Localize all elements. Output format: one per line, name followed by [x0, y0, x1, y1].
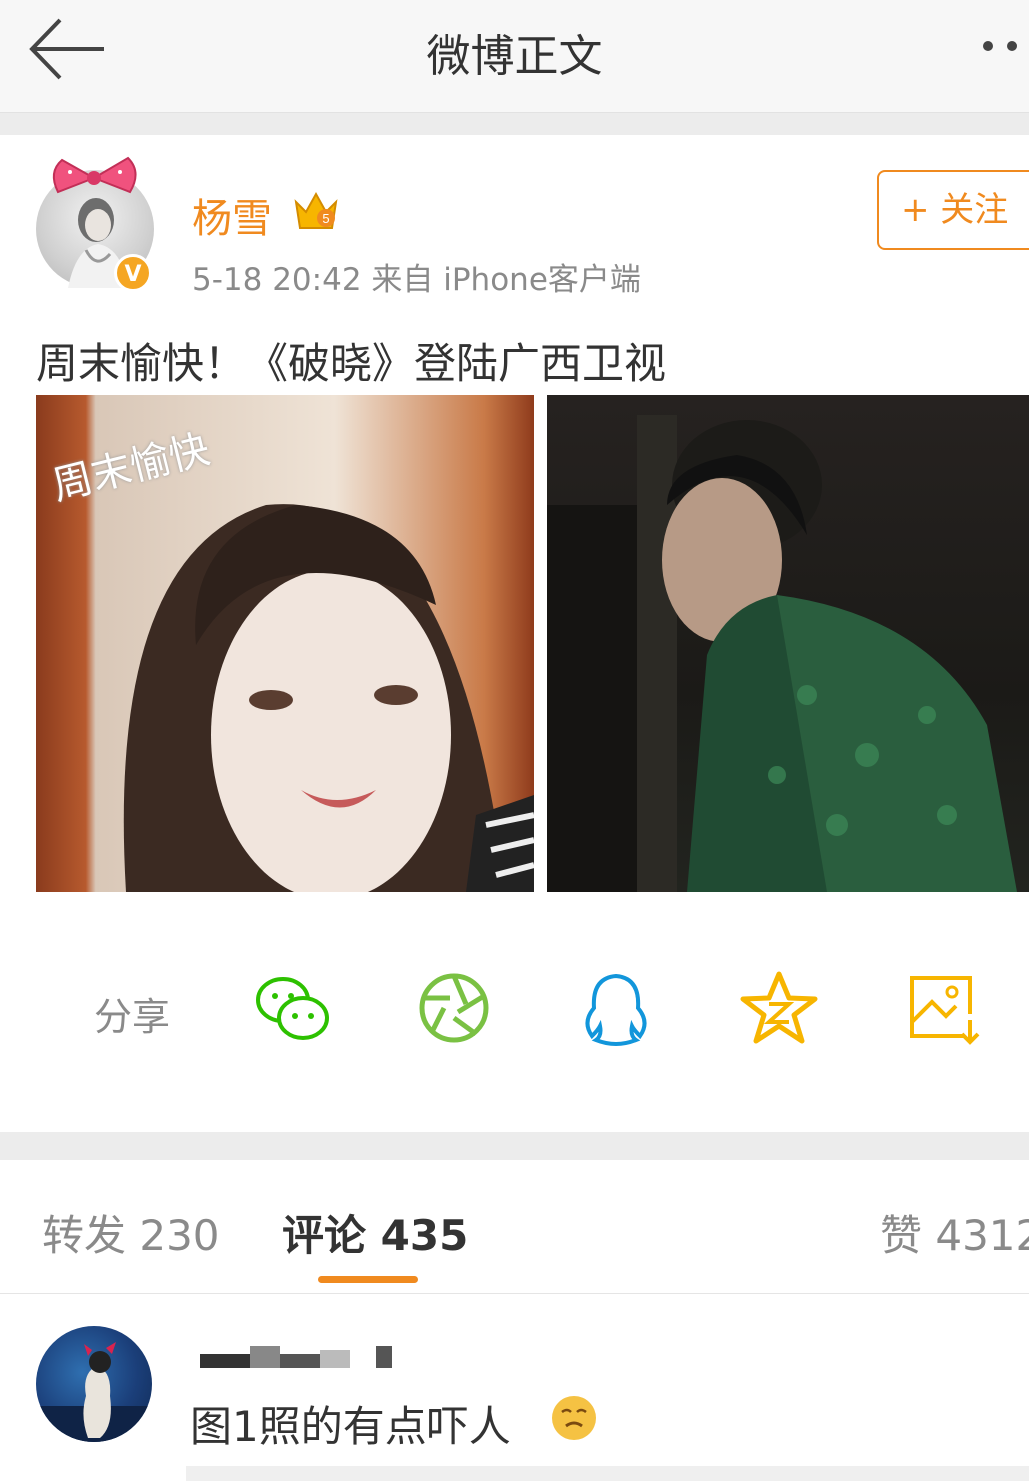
svg-text:5: 5 — [322, 211, 329, 226]
post-photo-2[interactable] — [547, 395, 1029, 892]
tab-like[interactable]: 赞 4312 — [880, 1202, 1029, 1263]
emoji-icon — [552, 1396, 596, 1440]
commenter-name-redacted[interactable] — [196, 1340, 396, 1372]
share-label: 分享 — [94, 995, 171, 1039]
wechat-icon[interactable] — [253, 970, 333, 1050]
post-time-source: 5-18 20:42 来自 iPhone客户端 — [192, 262, 641, 298]
comment-footer-bar — [186, 1466, 1029, 1481]
qzone-icon[interactable] — [739, 968, 819, 1048]
section-gap — [0, 113, 1029, 135]
author-name[interactable]: 杨雪 — [192, 186, 272, 244]
vip-crown-icon: 5 — [294, 191, 338, 229]
comment-text: 图1照的有点吓人 — [190, 1402, 511, 1451]
follow-button[interactable]: + 关注 — [877, 170, 1029, 250]
verified-badge-icon: V — [114, 254, 152, 292]
tab-comment[interactable]: 评论 435 — [282, 1202, 468, 1263]
tab-repost[interactable]: 转发 230 — [42, 1202, 220, 1263]
commenter-avatar[interactable] — [36, 1326, 152, 1442]
post-photo-1[interactable]: 周末愉快 — [36, 395, 534, 892]
moments-icon[interactable] — [414, 968, 494, 1048]
active-tab-indicator — [318, 1276, 418, 1283]
qq-icon[interactable] — [576, 970, 656, 1050]
page-title: 微博正文 — [426, 31, 603, 82]
post-text: 周末愉快！《破晓》登陆广西卫视 — [36, 339, 667, 388]
section-gap — [0, 1132, 1029, 1160]
save-image-icon[interactable] — [904, 970, 984, 1050]
bow-decoration-icon — [52, 156, 137, 194]
divider — [0, 1293, 1029, 1294]
more-dots-icon[interactable] — [976, 26, 1029, 66]
